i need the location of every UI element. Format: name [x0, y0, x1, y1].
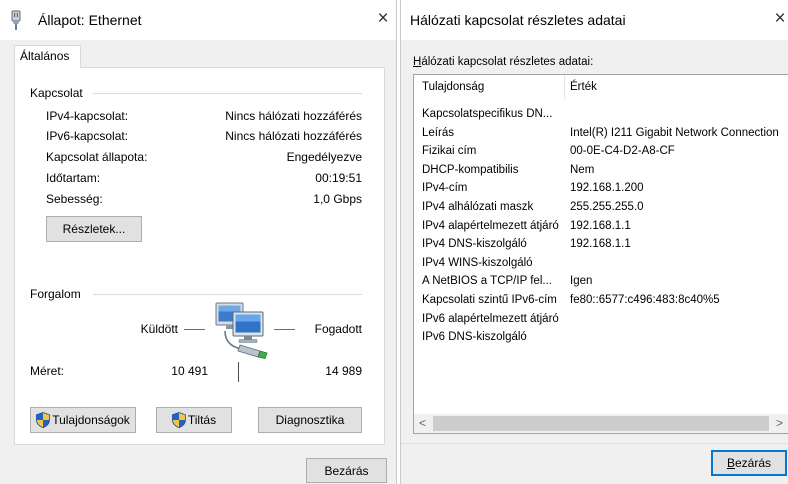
footer-divider: [401, 443, 788, 444]
list-item[interactable]: IPv6 DNS-kiszolgáló: [414, 328, 788, 347]
uac-shield-icon: [36, 412, 51, 428]
list-item[interactable]: Fizikai cím 00-0E-C4-D2-A8-CF: [414, 142, 788, 161]
ipv6-connectivity-label: IPv6-kapcsolat:: [46, 129, 129, 143]
details-close-button-label: Bezárás: [726, 456, 772, 470]
connection-details-dialog: Hálózati kapcsolat részletes adatai × Há…: [400, 0, 788, 484]
property-cell: IPv4 alhálózati maszk: [422, 200, 534, 213]
ipv4-connectivity-value: Nincs hálózati hozzáférés: [225, 109, 362, 123]
ethernet-status-dialog: Állapot: Ethernet × Általános Kapcsolat …: [0, 0, 397, 484]
list-item[interactable]: DHCP-kompatibilis Nem: [414, 161, 788, 180]
list-item[interactable]: Kapcsolatspecifikus DN...: [414, 105, 788, 124]
property-cell: IPv4-cím: [422, 182, 468, 195]
details-list-view[interactable]: Tulajdonság Érték Kapcsolatspecifikus DN…: [413, 74, 788, 434]
connection-group-heading: Kapcsolat: [30, 86, 83, 100]
list-item[interactable]: Leírás Intel(R) I211 Gigabit Network Conn…: [414, 124, 788, 143]
value-cell: Intel(R) I211 Gigabit Network Connection: [570, 126, 779, 139]
duration-value: 00:19:51: [315, 171, 362, 185]
properties-button[interactable]: Tulajdonságok: [30, 407, 136, 433]
value-cell: Igen: [570, 275, 593, 288]
value-cell: 192.168.1.1: [570, 219, 631, 232]
properties-button-label: Tulajdonságok: [52, 413, 130, 427]
horizontal-scrollbar[interactable]: < >: [414, 414, 788, 433]
property-cell: DHCP-kompatibilis: [422, 163, 519, 176]
value-cell: fe80::6577:c496:483:8c40%5: [570, 293, 720, 306]
sent-label: Küldött: [140, 322, 178, 336]
general-tab-content: Kapcsolat IPv4-kapcsolat: Nincs hálózati…: [0, 0, 396, 484]
media-state-label: Kapcsolat állapota:: [46, 150, 148, 164]
bytes-received-value: 14 989: [325, 364, 362, 378]
activity-group-heading: Forgalom: [30, 287, 81, 301]
value-cell: 00-0E-C4-D2-A8-CF: [570, 145, 675, 158]
scrollbar-thumb[interactable]: [433, 416, 769, 431]
property-cell: IPv6 alapértelmezett átjáró: [422, 312, 559, 325]
details-rows: Kapcsolatspecifikus DN... Leírás Intel(R)…: [414, 105, 788, 347]
details-button-label: Részletek...: [62, 222, 126, 236]
diagnose-button[interactable]: Diagnosztika: [258, 407, 362, 433]
list-item[interactable]: A NetBIOS a TCP/IP fel... Igen: [414, 272, 788, 291]
received-label: Fogadott: [314, 322, 362, 336]
bytes-label: Méret:: [30, 364, 65, 378]
property-cell: IPv4 DNS-kiszolgáló: [422, 238, 527, 251]
bytes-separator: [238, 362, 239, 382]
front-monitor: [232, 311, 264, 343]
value-cell: 255.255.255.0: [570, 200, 644, 213]
details-title-bar[interactable]: Hálózati kapcsolat részletes adatai ×: [401, 0, 788, 40]
status-close-button[interactable]: Bezárás: [306, 458, 387, 483]
network-computers-graphic: [215, 302, 268, 359]
list-item[interactable]: Kapcsolati szintű IPv6-cím fe80::6577:c49…: [414, 291, 788, 310]
details-button[interactable]: Részletek...: [46, 216, 142, 242]
property-cell: IPv4 WINS-kiszolgáló: [422, 256, 533, 269]
diagnose-button-label: Diagnosztika: [275, 413, 345, 427]
uac-shield-icon: [171, 412, 186, 428]
scroll-left-icon[interactable]: <: [414, 414, 431, 433]
list-item[interactable]: IPv4 alhálózati maszk 255.255.255.0: [414, 198, 788, 217]
property-cell: Kapcsolati szintű IPv6-cím: [422, 293, 557, 306]
bytes-sent-value: 10 491: [171, 364, 208, 378]
disable-button[interactable]: Tiltás: [156, 407, 232, 433]
column-header-value[interactable]: Érték: [570, 80, 597, 94]
ipv4-connectivity-label: IPv4-kapcsolat:: [46, 109, 129, 123]
property-cell: Leírás: [422, 126, 454, 139]
network-computers-icon: [213, 301, 269, 359]
sent-dash: [184, 329, 205, 330]
column-header-property[interactable]: Tulajdonság: [422, 80, 484, 94]
activity-group-divider: [93, 294, 362, 295]
status-close-button-label: Bezárás: [324, 463, 369, 478]
speed-value: 1,0 Gbps: [313, 192, 362, 206]
property-cell: IPv4 alapértelmezett átjáró: [422, 219, 559, 232]
connection-group-divider: [93, 93, 362, 94]
disable-button-label: Tiltás: [187, 413, 217, 427]
details-list-label: Hálózati kapcsolat részletes adatai:: [413, 56, 594, 68]
property-cell: A NetBIOS a TCP/IP fel...: [422, 275, 552, 288]
list-item[interactable]: IPv4 alapértelmezett átjáró 192.168.1.1: [414, 217, 788, 236]
value-cell: 192.168.1.1: [570, 238, 631, 251]
list-item[interactable]: IPv4-cím 192.168.1.200: [414, 179, 788, 198]
column-header-divider[interactable]: [564, 75, 565, 99]
ipv6-connectivity-value: Nincs hálózati hozzáférés: [225, 129, 362, 143]
received-dash: [274, 329, 295, 330]
property-cell: IPv6 DNS-kiszolgáló: [422, 331, 527, 344]
list-item[interactable]: IPv4 WINS-kiszolgáló: [414, 254, 788, 273]
property-cell: Fizikai cím: [422, 145, 477, 158]
details-close-icon[interactable]: ×: [772, 8, 788, 30]
duration-label: Időtartam:: [46, 171, 101, 185]
media-state-value: Engedélyezve: [286, 150, 362, 164]
scroll-right-icon[interactable]: >: [771, 414, 788, 433]
details-close-button[interactable]: Bezárás: [711, 450, 787, 476]
details-window-title: Hálózati kapcsolat részletes adatai: [410, 12, 626, 28]
value-cell: 192.168.1.200: [570, 182, 644, 195]
value-cell: Nem: [570, 163, 595, 176]
list-item[interactable]: IPv4 DNS-kiszolgáló 192.168.1.1: [414, 235, 788, 254]
speed-label: Sebesség:: [46, 192, 103, 206]
property-cell: Kapcsolatspecifikus DN...: [422, 108, 553, 120]
list-item[interactable]: IPv6 alapértelmezett átjáró: [414, 310, 788, 329]
